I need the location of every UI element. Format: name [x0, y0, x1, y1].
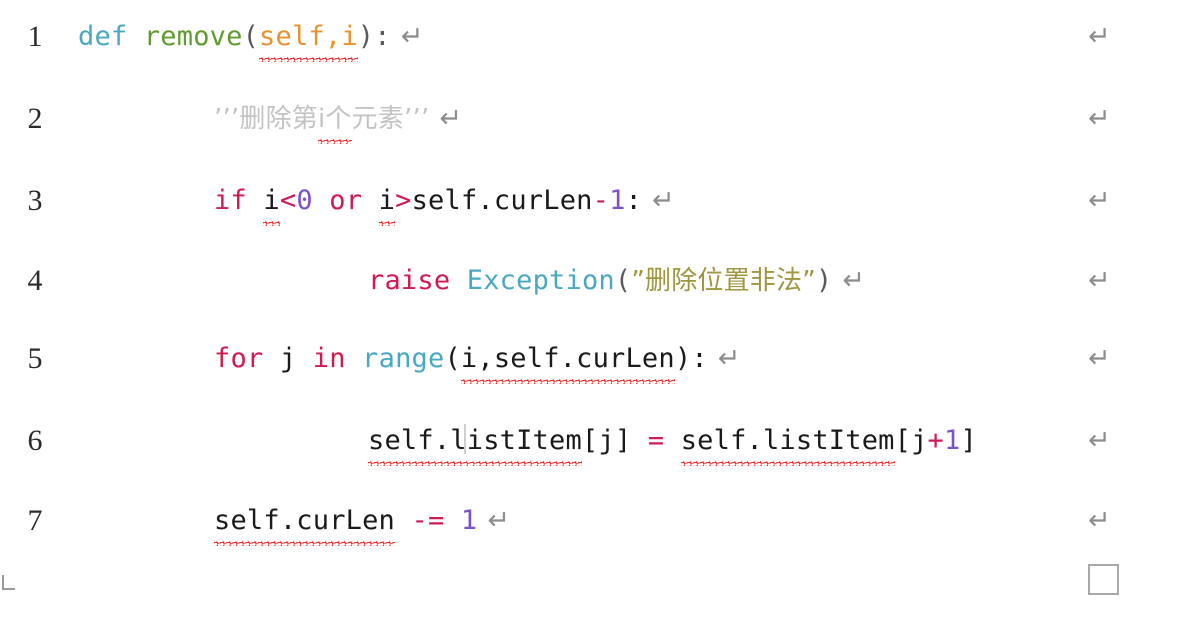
code-line[interactable]: 2 ’’’删除第i个元素’’’ ↵ ↵ [0, 96, 1190, 176]
code-token: ) [357, 21, 375, 52]
code-token: : [374, 21, 391, 52]
line-number: 1 [27, 20, 43, 53]
code-token: > [395, 185, 412, 216]
code-token-misspelled: self,i [259, 14, 358, 62]
document-page: 1 def remove(self,i): ↵ ↵ 2 ’’’删除第i个元素’’’ ↵ ↵ 3 i… [0, 0, 1190, 629]
margin-return-icon: ↵ [1088, 103, 1111, 134]
code-token: = [647, 425, 665, 456]
code-line-text[interactable]: for j in range(i,self.curLen): ↵ [214, 336, 741, 384]
code-token-misspelled: self.listItem [680, 418, 895, 466]
code-token: - [592, 185, 610, 216]
margin-return-icon: ↵ [1088, 343, 1111, 374]
code-token-misspelled: i [263, 178, 281, 226]
code-token: if [214, 185, 247, 216]
line-number: 3 [27, 184, 43, 217]
code-line-text[interactable]: self.curLen -= 1 ↵ [214, 498, 511, 546]
line-number: 5 [27, 342, 43, 375]
line-number: 7 [27, 504, 43, 537]
margin-return-icon: ↵ [1088, 425, 1111, 456]
code-token: ) [815, 265, 833, 296]
code-line[interactable]: 3 if i<0 or i>self.curLen-1: ↵ ↵ [0, 178, 1190, 258]
code-line-text[interactable]: raise Exception(”删除位置非法”) ↵ [368, 258, 865, 304]
code-line[interactable]: 1 def remove(self,i): ↵ ↵ [0, 14, 1190, 94]
code-token: Exception [466, 265, 615, 296]
paragraph-return-icon: ↵ [842, 265, 866, 296]
code-token: ”删除位置非法” [631, 266, 816, 296]
line-number: 2 [27, 102, 43, 135]
paragraph-return-icon: ↵ [439, 103, 463, 134]
code-line-text[interactable]: self.listItem[j] = self.listItem[j+1] [368, 418, 977, 466]
text-caret [464, 424, 466, 454]
code-line[interactable]: 6 self.listItem[j] = self.listItem[j+1] ↵ [0, 418, 1190, 498]
code-token: ’’’删除第 [214, 104, 318, 134]
code-token: self.curLen [411, 185, 593, 216]
code-token-misspelled: self.curLen [214, 498, 396, 546]
code-token: j [279, 343, 297, 374]
page-margin-corner-marker [2, 575, 15, 590]
code-line-text[interactable]: if i<0 or i>self.curLen-1: ↵ [214, 178, 675, 226]
code-token: ( [242, 21, 260, 52]
margin-return-icon: ↵ [1088, 265, 1111, 296]
code-token: range [362, 343, 445, 374]
paragraph-return-icon: ↵ [717, 343, 741, 374]
paragraph-return-icon: ↵ [652, 185, 675, 216]
code-token: [j] [581, 425, 632, 456]
margin-return-icon: ↵ [1088, 505, 1111, 536]
code-token: 1 [944, 425, 961, 456]
code-token-misspelled: i,self.curLen [460, 336, 675, 384]
code-token: + [927, 425, 945, 456]
code-token: ] [960, 425, 977, 456]
code-line[interactable]: 7 self.curLen -= 1 ↵ ↵ [0, 498, 1190, 578]
code-token: [j [894, 425, 928, 456]
code-line[interactable]: 4 raise Exception(”删除位置非法”) ↵ ↵ [0, 258, 1190, 338]
code-token: or [329, 185, 363, 216]
code-token: 元素’’’ [351, 104, 430, 134]
code-token: < [279, 185, 297, 216]
code-token: -= [411, 505, 445, 536]
line-number: 6 [27, 424, 43, 457]
code-token-misspelled: i个 [318, 96, 352, 144]
code-token: remove [143, 21, 243, 52]
code-token: ( [614, 265, 632, 296]
line-number: 4 [27, 264, 43, 297]
code-line[interactable]: 5 for j in range(i,self.curLen): ↵ ↵ [0, 336, 1190, 416]
code-token: 1 [460, 505, 478, 536]
code-token: ) [674, 343, 692, 374]
code-token: : [691, 343, 708, 374]
code-line-text[interactable]: def remove(self,i): ↵ [78, 14, 424, 62]
code-token-misspelled: i [378, 178, 396, 226]
paragraph-return-icon: ↵ [487, 505, 511, 536]
code-token-misspelled: self.listItem [368, 418, 582, 466]
end-of-document-marker [1088, 564, 1119, 595]
margin-return-icon: ↵ [1088, 21, 1111, 52]
code-line-text[interactable]: ’’’删除第i个元素’’’ ↵ [214, 96, 463, 144]
code-token: 1 [609, 185, 626, 216]
code-token: raise [368, 265, 451, 296]
code-token: : [625, 185, 643, 216]
margin-return-icon: ↵ [1088, 185, 1111, 216]
code-token: for [214, 343, 264, 374]
code-token: def [78, 21, 128, 52]
code-token: ( [444, 343, 461, 374]
code-token: in [312, 343, 346, 374]
code-token: 0 [296, 185, 313, 216]
paragraph-return-icon: ↵ [400, 21, 424, 52]
